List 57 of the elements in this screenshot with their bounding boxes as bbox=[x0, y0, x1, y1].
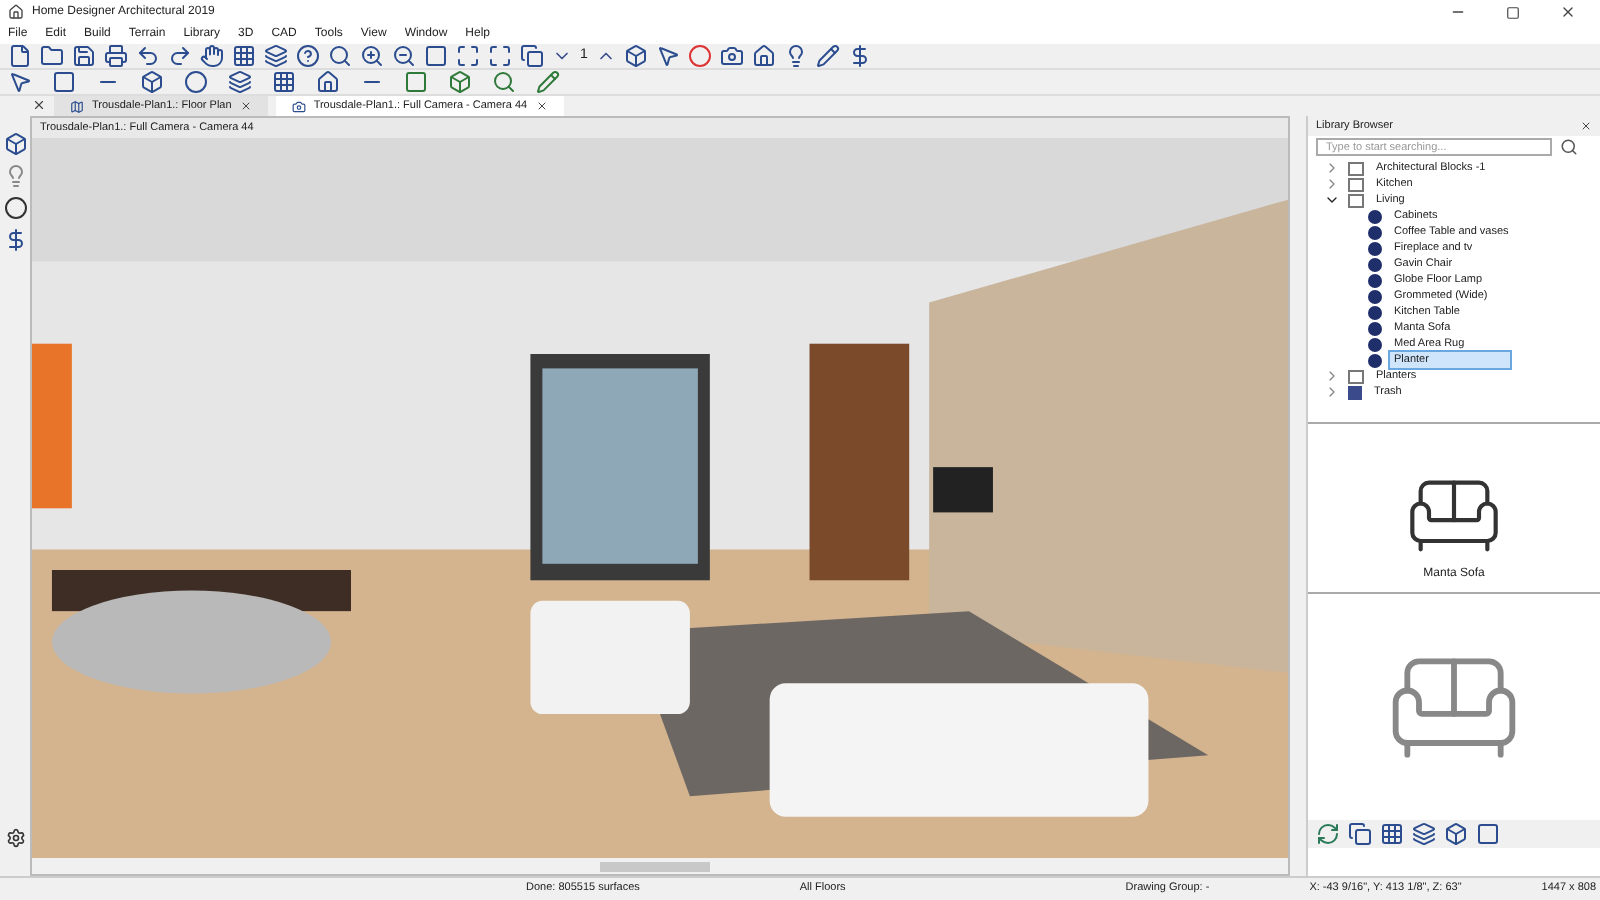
maximize-icon[interactable] bbox=[1506, 5, 1520, 19]
settings-icon[interactable] bbox=[5, 828, 25, 848]
dollar-icon[interactable] bbox=[847, 44, 872, 68]
close-icon[interactable] bbox=[535, 100, 548, 112]
circle-icon[interactable] bbox=[184, 70, 208, 94]
grid-icon[interactable] bbox=[1380, 822, 1404, 846]
square-icon[interactable] bbox=[404, 70, 428, 94]
camera-icon[interactable] bbox=[719, 44, 744, 68]
camera-icon bbox=[291, 99, 306, 113]
layers-icon[interactable] bbox=[228, 70, 252, 94]
square-icon[interactable] bbox=[424, 44, 448, 68]
fill-window-icon[interactable] bbox=[456, 44, 480, 68]
house-icon[interactable] bbox=[751, 44, 776, 68]
refresh-icon[interactable] bbox=[1316, 822, 1340, 846]
house-icon[interactable] bbox=[316, 70, 340, 94]
pointer-icon[interactable] bbox=[8, 70, 32, 94]
expand-icon[interactable] bbox=[488, 44, 512, 68]
folder-icon[interactable] bbox=[40, 44, 64, 68]
pencil-icon[interactable] bbox=[815, 44, 840, 68]
hand-icon[interactable] bbox=[200, 44, 224, 68]
new-file-icon[interactable] bbox=[8, 44, 32, 68]
trash-icon bbox=[1348, 385, 1362, 399]
undo-icon[interactable] bbox=[136, 44, 160, 68]
help-icon[interactable] bbox=[296, 44, 320, 68]
box-icon[interactable] bbox=[448, 70, 472, 94]
box-icon[interactable] bbox=[623, 44, 648, 68]
expand-icon[interactable] bbox=[1324, 192, 1340, 208]
close-icon[interactable] bbox=[1560, 4, 1576, 20]
zoom-in-icon[interactable] bbox=[360, 44, 384, 68]
grid-icon[interactable] bbox=[232, 44, 256, 68]
circle-icon[interactable] bbox=[3, 196, 27, 220]
square-icon[interactable] bbox=[1476, 822, 1500, 846]
pointer-icon[interactable] bbox=[655, 44, 680, 68]
box-icon[interactable] bbox=[1444, 822, 1468, 846]
save-icon[interactable] bbox=[72, 44, 96, 68]
app-logo-icon bbox=[8, 4, 24, 20]
lightbulb-icon[interactable] bbox=[3, 164, 27, 188]
folder-icon bbox=[1348, 369, 1364, 383]
layers-icon[interactable] bbox=[1412, 822, 1436, 846]
lightbulb-icon[interactable] bbox=[783, 44, 808, 68]
search-icon[interactable] bbox=[492, 70, 516, 94]
zoom-out-icon[interactable] bbox=[392, 44, 416, 68]
print-icon[interactable] bbox=[104, 44, 128, 68]
redo-icon[interactable] bbox=[168, 44, 192, 68]
search-icon[interactable] bbox=[1560, 138, 1578, 156]
close-icon[interactable] bbox=[32, 98, 46, 112]
search-icon[interactable] bbox=[328, 44, 352, 68]
copy-icon[interactable] bbox=[1348, 822, 1372, 846]
close-icon[interactable] bbox=[1580, 120, 1592, 132]
dollar-icon[interactable] bbox=[3, 228, 27, 252]
plan-icon bbox=[70, 99, 84, 113]
close-icon[interactable] bbox=[239, 100, 252, 112]
horizontal-scrollbar[interactable] bbox=[32, 858, 1288, 874]
copy-icon[interactable] bbox=[520, 44, 544, 68]
pencil-icon[interactable] bbox=[536, 70, 560, 94]
layers-icon[interactable] bbox=[264, 44, 288, 68]
grid-icon[interactable] bbox=[272, 70, 296, 94]
